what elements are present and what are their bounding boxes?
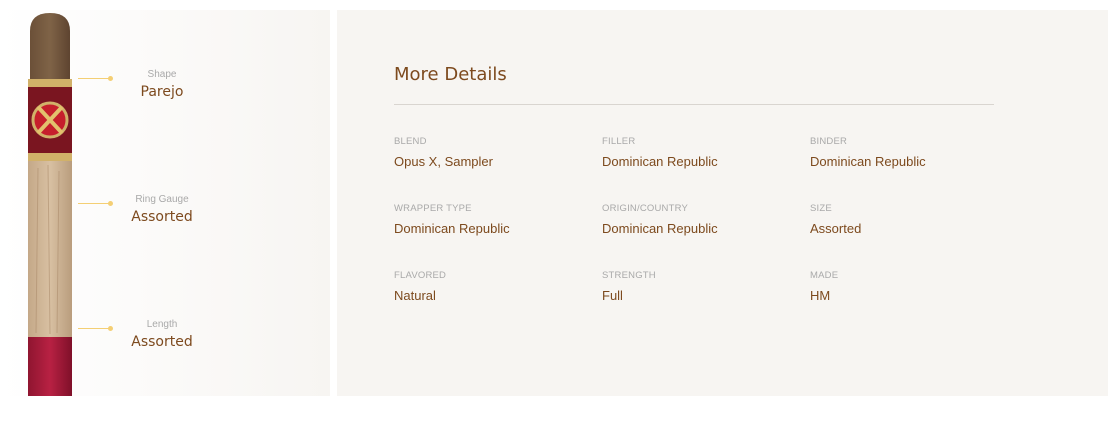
section-divider	[394, 104, 994, 105]
detail-label: BINDER	[810, 136, 848, 147]
cigar-specs-panel: Shape Parejo Ring Gauge Assorted Length …	[0, 10, 330, 396]
detail-made: MADE HM	[810, 270, 1010, 304]
detail-label: ORIGIN/COUNTRY	[602, 203, 689, 214]
detail-value: Natural	[394, 288, 436, 303]
detail-value: Dominican Republic	[810, 154, 926, 169]
connector-dot	[108, 201, 113, 206]
connector-dot	[108, 326, 113, 331]
spec-length-label: Length	[146, 319, 178, 330]
detail-size: SIZE Assorted	[810, 203, 1010, 237]
connector-dot	[108, 76, 113, 81]
detail-flavored: FLAVORED Natural	[394, 270, 594, 304]
detail-strength: STRENGTH Full	[602, 270, 802, 304]
detail-label: BLEND	[394, 136, 427, 147]
detail-filler: FILLER Dominican Republic	[602, 136, 802, 170]
detail-value: Assorted	[810, 221, 862, 236]
detail-label: MADE	[810, 270, 839, 281]
detail-label: WRAPPER TYPE	[394, 203, 472, 214]
detail-wrapper-type: WRAPPER TYPE Dominican Republic	[394, 203, 594, 237]
detail-label: FILLER	[602, 136, 636, 147]
detail-value: Dominican Republic	[602, 154, 718, 169]
spec-shape-label: Shape	[147, 69, 177, 80]
connector-line	[78, 78, 110, 79]
detail-origin-country: ORIGIN/COUNTRY Dominican Republic	[602, 203, 802, 237]
detail-label: FLAVORED	[394, 270, 447, 281]
spec-shape: Shape Parejo	[74, 65, 330, 105]
detail-value: Opus X, Sampler	[394, 154, 493, 169]
connector-line	[78, 203, 110, 204]
spec-ring-gauge-value: Assorted	[131, 209, 193, 225]
detail-value: Dominican Republic	[394, 221, 510, 236]
detail-value: Full	[602, 288, 623, 303]
detail-binder: BINDER Dominican Republic	[810, 136, 1010, 170]
connector-line	[78, 328, 110, 329]
spec-ring-gauge-label: Ring Gauge	[135, 194, 189, 205]
detail-value: Dominican Republic	[602, 221, 718, 236]
detail-blend: BLEND Opus X, Sampler	[394, 136, 594, 170]
cigar-image	[28, 13, 72, 396]
section-title: More Details	[394, 64, 507, 85]
detail-label: STRENGTH	[602, 270, 656, 281]
detail-value: HM	[810, 288, 831, 303]
spec-length-value: Assorted	[131, 334, 193, 350]
spec-ring-gauge: Ring Gauge Assorted	[74, 190, 330, 230]
detail-label: SIZE	[810, 203, 832, 214]
more-details-panel: More Details BLEND Opus X, Sampler FILLE…	[337, 10, 1108, 396]
spec-shape-value: Parejo	[140, 84, 184, 100]
spec-length: Length Assorted	[74, 315, 330, 355]
